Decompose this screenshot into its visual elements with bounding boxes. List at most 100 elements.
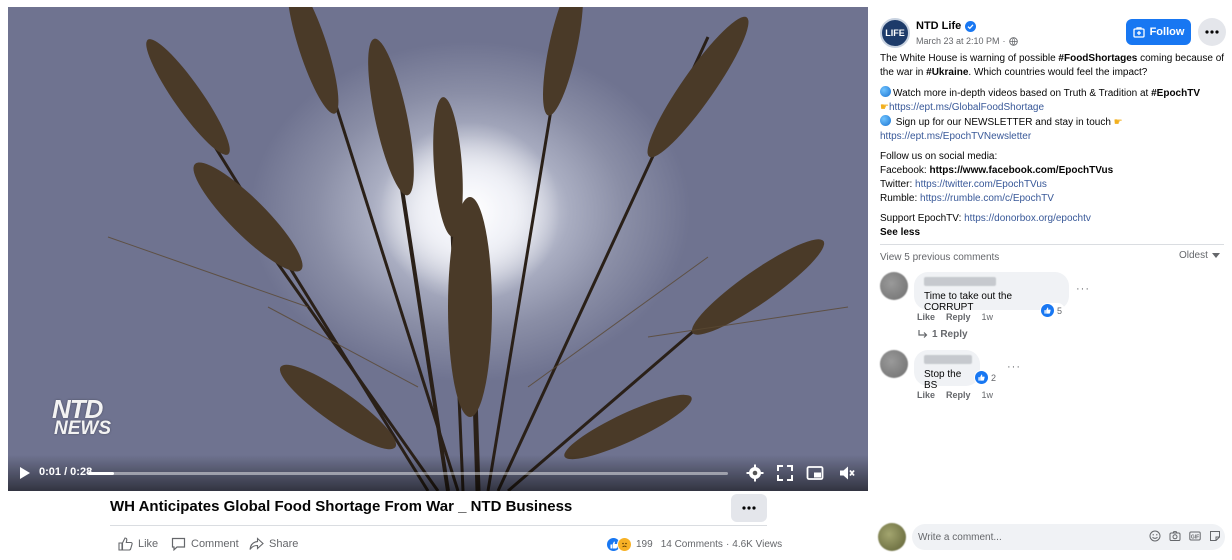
comment-bubble-icon	[171, 537, 186, 551]
donorbox-link[interactable]: https://donorbox.org/epochtv	[964, 213, 1091, 224]
write-comment-row: Write a comment... GIF	[878, 520, 1228, 554]
comment-options-button[interactable]: ···	[1076, 283, 1090, 295]
comment-sort-dropdown[interactable]: Oldest	[1179, 250, 1220, 261]
camera-icon[interactable]	[1169, 530, 1181, 542]
seek-bar-fill	[88, 472, 114, 475]
comment-reaction-count: 2	[991, 372, 997, 383]
reply-arrow-icon	[918, 330, 928, 338]
pointing-hand-emoji-icon: ☛	[1113, 117, 1123, 128]
newsletter-link[interactable]: https://ept.ms/EpochTVNewsletter	[880, 131, 1031, 142]
page-name-link[interactable]: NTD Life	[916, 20, 977, 32]
replies-label: 1 Reply	[932, 329, 968, 340]
ellipsis-icon	[1205, 30, 1219, 34]
comment-options-button[interactable]: ···	[1007, 361, 1021, 373]
like-reaction-icon	[975, 371, 988, 384]
rumble-link[interactable]: https://rumble.com/c/EpochTV	[920, 193, 1054, 204]
page-avatar[interactable]: LIFE	[880, 18, 910, 48]
commenter-name-redacted[interactable]	[924, 355, 972, 364]
thumbs-up-icon	[118, 537, 133, 551]
caption-text: Twitter:	[880, 179, 916, 190]
caption-text: Rumble:	[880, 193, 921, 204]
avatar-text: LIFE	[885, 28, 905, 38]
play-icon[interactable]	[18, 466, 32, 480]
comment-button[interactable]: Comment	[171, 536, 239, 552]
fullscreen-icon[interactable]	[776, 464, 794, 482]
global-food-shortage-link[interactable]: https://ept.ms/GlobalFoodShortage	[889, 102, 1044, 113]
hashtag-ukraine[interactable]: #Ukraine	[926, 67, 968, 78]
sticker-icon[interactable]	[1209, 530, 1221, 542]
like-button[interactable]: Like	[118, 536, 158, 552]
comment-reaction-count: 5	[1057, 305, 1063, 316]
share-button[interactable]: Share	[249, 536, 298, 552]
hashtag-foodshortages[interactable]: #FoodShortages	[1058, 53, 1137, 64]
share-arrow-icon	[249, 537, 264, 550]
caption-paragraph-2: Watch more in-depth videos based on Trut…	[880, 86, 1228, 144]
chevron-down-icon	[1211, 253, 1220, 258]
page-name: NTD Life	[916, 20, 962, 32]
video-player[interactable]: NTD NEWS 0:01 / 0:28	[8, 7, 868, 491]
settings-gear-icon[interactable]	[746, 464, 764, 482]
commenter-avatar[interactable]	[880, 272, 908, 300]
facebook-video-viewer: NTD NEWS 0:01 / 0:28 WH Anticipates Glob…	[0, 0, 1232, 560]
caption-text: The White House is warning of possible	[880, 53, 1059, 64]
post-options-button[interactable]	[1198, 18, 1226, 46]
caption-text: Support EpochTV:	[880, 213, 965, 224]
logo-line-1: NTD	[52, 394, 103, 424]
sad-reaction-icon[interactable]	[617, 537, 632, 552]
post-stats: 199 14 Comments · 4.6K Views	[606, 537, 782, 552]
comment-like-button[interactable]: Like	[917, 312, 935, 322]
caption-paragraph-4: Support EpochTV: https://donorbox.org/ep…	[880, 212, 1228, 240]
commenter-avatar[interactable]	[880, 350, 908, 378]
follow-button[interactable]: Follow	[1126, 19, 1191, 45]
commenter-name-redacted[interactable]	[924, 277, 996, 286]
view-previous-comments-link[interactable]: View 5 previous comments	[880, 252, 999, 263]
caption-text: Sign up for our NEWSLETTER and stay in t…	[893, 117, 1114, 128]
comment-age[interactable]: 1w	[982, 312, 994, 322]
logo-line-2: NEWS	[54, 418, 111, 439]
facebook-link[interactable]: https://www.facebook.com/EpochTVus	[929, 165, 1113, 176]
stats-separator: ·	[725, 539, 730, 550]
like-reaction-icon	[1041, 304, 1054, 317]
video-column: NTD NEWS 0:01 / 0:28 WH Anticipates Glob…	[0, 0, 870, 560]
see-less-link[interactable]: See less	[880, 227, 920, 238]
caption-paragraph-3: Follow us on social media: Facebook: htt…	[880, 150, 1228, 206]
comment-age[interactable]: 1w	[982, 390, 994, 400]
sort-label: Oldest	[1179, 250, 1208, 261]
svg-text:GIF: GIF	[1191, 534, 1199, 540]
emoji-smiley-icon[interactable]	[1149, 530, 1161, 542]
post-sidebar: LIFE NTD Life March 23 at 2:10 PM · Foll…	[870, 0, 1232, 560]
follow-label: Follow	[1149, 26, 1185, 38]
post-timestamp[interactable]: March 23 at 2:10 PM ·	[916, 36, 1018, 46]
reaction-count[interactable]: 199	[636, 539, 653, 550]
comment-text: Time to take out the CORRUPT	[924, 291, 1013, 313]
comment-reply-button[interactable]: Reply	[946, 390, 971, 400]
comment-text: Stop the BS	[924, 369, 962, 391]
comment-reactions[interactable]: 5	[1040, 303, 1066, 318]
globe-public-icon	[1008, 36, 1018, 46]
mute-icon[interactable]	[838, 464, 856, 482]
more-options-button[interactable]	[731, 494, 767, 522]
comment-reply-button[interactable]: Reply	[946, 312, 971, 322]
seek-bar[interactable]	[88, 472, 728, 475]
comments-count[interactable]: 14 Comments	[661, 539, 723, 550]
picture-in-picture-icon[interactable]	[806, 464, 824, 482]
comment-reactions[interactable]: 2	[974, 370, 1000, 385]
comment-actions: Like Reply 1w	[917, 312, 993, 322]
comment-like-button[interactable]: Like	[917, 390, 935, 400]
view-replies-link[interactable]: 1 Reply	[918, 329, 968, 340]
verified-badge-icon	[965, 20, 977, 32]
twitter-link[interactable]: https://twitter.com/EpochTVus	[915, 179, 1047, 190]
time-display: 0:01 / 0:28	[39, 466, 93, 478]
comment-input[interactable]: Write a comment... GIF	[912, 524, 1225, 550]
hashtag-epochtv[interactable]: #EpochTV	[1151, 88, 1200, 99]
title-divider	[110, 525, 767, 526]
comment-label: Comment	[191, 538, 239, 550]
pointing-hand-emoji-icon: ☛	[880, 102, 889, 113]
post-date-text: March 23 at 2:10 PM	[916, 36, 1000, 46]
gif-icon[interactable]: GIF	[1189, 530, 1201, 542]
caption-paragraph-1: The White House is warning of possible #…	[880, 52, 1228, 80]
current-user-avatar	[878, 523, 906, 551]
follow-page-icon	[1132, 26, 1145, 38]
ellipsis-icon	[742, 506, 756, 510]
share-label: Share	[269, 538, 299, 550]
